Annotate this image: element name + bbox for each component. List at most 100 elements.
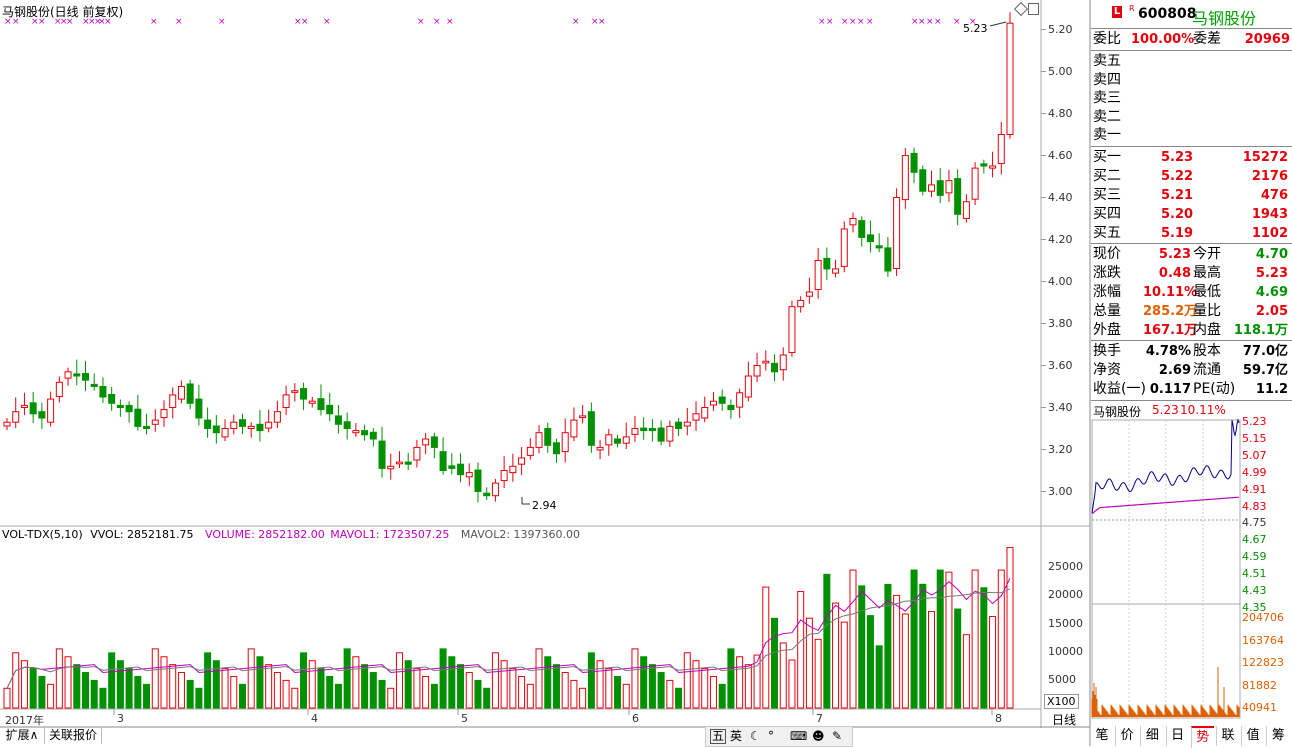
l2-badge-icon[interactable]: L [1112, 6, 1122, 18]
ime-english-icon[interactable]: 英 [730, 727, 742, 746]
side-tab[interactable]: 筹 [1266, 726, 1289, 746]
volume-bar [919, 583, 927, 709]
volume-bar [814, 638, 822, 709]
price-tick: 5.20 [1048, 22, 1073, 36]
volume-bar [727, 648, 735, 709]
side-tab[interactable]: 细 [1140, 726, 1163, 746]
volume-bar [238, 683, 246, 709]
volume-bar [160, 656, 168, 709]
volume-bar [535, 648, 543, 709]
volume-bar [744, 664, 752, 709]
volume-bar [64, 656, 72, 709]
buy-level-row: 买五 5.19 1102 [1093, 225, 1288, 241]
volume-bar [474, 679, 482, 709]
side-tab[interactable]: 日 [1165, 726, 1189, 746]
period-label[interactable]: 日线 [1052, 711, 1076, 728]
wrench-icon[interactable]: ✎ [832, 727, 842, 746]
restore-icon[interactable] [1013, 1, 1029, 17]
volume-bar [29, 668, 37, 709]
fundamental-row: 净资 2.69 流通 59.7亿 [1093, 362, 1288, 378]
volume-tick: 15000 [1048, 616, 1083, 630]
ime-wubi-icon[interactable]: 五 [710, 729, 727, 744]
mavol1-line [6, 578, 1011, 689]
volume-bar [544, 656, 552, 709]
side-tab[interactable]: 值 [1241, 726, 1264, 746]
mavol2-line [6, 588, 1011, 689]
volume-bar [291, 687, 299, 709]
volume-bar [858, 585, 866, 709]
volume-bar [771, 617, 779, 709]
chart-title: 马钢股份(日线 前复权) [2, 5, 124, 19]
volume-bar [1006, 547, 1014, 709]
price-tick: 3.00 [1048, 484, 1073, 498]
volume-bar [701, 668, 709, 709]
intraday-price-tick: 4.59 [1242, 550, 1267, 564]
volume-bar [81, 672, 89, 709]
intraday-volume-tick: 163764 [1242, 633, 1284, 647]
side-tab[interactable]: 笔 [1090, 726, 1113, 746]
volume-bar [709, 675, 717, 709]
volume-bar [73, 664, 81, 709]
fundamental-row: 收益(一) 0.117 PE(动) 11.2 [1093, 381, 1288, 397]
volume-bar [282, 679, 290, 709]
volume-bar [38, 675, 46, 709]
tab-related-quote[interactable]: 关联报价 [45, 726, 102, 744]
volume-bar [675, 687, 683, 709]
volume-bar [526, 683, 534, 709]
volume-tick: 20000 [1048, 588, 1083, 602]
intraday-price-tick: 4.91 [1242, 482, 1267, 496]
volume-tick: 25000 [1048, 560, 1083, 574]
volume-bar [247, 648, 255, 709]
side-tab[interactable]: 势 [1190, 726, 1214, 748]
price-tick: 5.00 [1048, 64, 1073, 78]
high-price-label: 5.23 [963, 22, 988, 35]
volume-bar [971, 569, 979, 709]
moon-icon[interactable]: ☾ [750, 727, 761, 746]
volume-header: VOL-TDX(5,10) VVOL: 2852181.75 VOLUME: 2… [2, 528, 580, 541]
kline-chart-panel[interactable]: 马钢股份(日线 前复权) [0, 0, 1040, 525]
volume-bar [265, 664, 273, 709]
stock-code: 600808 [1138, 6, 1197, 22]
volume-bar [875, 645, 883, 709]
volume-bar [256, 656, 264, 709]
indicator-name[interactable]: VOL-TDX(5,10) [2, 528, 83, 541]
volume-bar [849, 569, 857, 709]
intraday-price-tick: 4.67 [1242, 533, 1267, 547]
volume-bar [116, 660, 124, 709]
price-tick: 3.20 [1048, 442, 1073, 456]
volume-bar [910, 569, 918, 709]
date-label: 5 [461, 712, 468, 725]
tab-expand[interactable]: 扩展∧ [0, 726, 45, 744]
intraday-volume-tick: 122823 [1242, 656, 1284, 670]
volume-bar [570, 679, 578, 709]
intraday-name: 马钢股份 [1093, 405, 1142, 419]
stat-row: 涨幅 10.11% 最低 4.69 [1093, 284, 1288, 300]
volume-bar [884, 583, 892, 709]
intraday-price-tick: 4.51 [1242, 567, 1267, 581]
volume-bar [954, 608, 962, 709]
volume-bar [361, 664, 369, 709]
maximize-icon[interactable] [1028, 3, 1039, 15]
sell-level-row: 卖五 [1093, 53, 1121, 69]
stock-terminal-window: 马钢股份(日线 前复权) × × × × × × × × × × × × × × × × × × × × × × × × × × ×… [0, 0, 1292, 748]
volume-bar [430, 683, 438, 709]
stat-row: 现价 5.23 今开 4.70 [1093, 246, 1288, 262]
volume-bar [614, 675, 622, 709]
side-tab[interactable]: 联 [1216, 726, 1239, 746]
volume-bar [483, 687, 491, 709]
sell-level-row: 卖三 [1093, 90, 1121, 106]
volume-bar [980, 587, 988, 709]
user-icon[interactable]: ☻ [812, 727, 825, 746]
side-tab[interactable]: 价 [1115, 726, 1138, 746]
buy-level-row: 买一 5.23 15272 [1093, 149, 1288, 165]
weicha-value: 20969 [1244, 32, 1290, 47]
dot-icon[interactable]: ° [768, 727, 774, 746]
low-price-label: 2.94 [532, 499, 557, 512]
volume-bar [945, 571, 953, 709]
volume-bar [55, 648, 63, 709]
price-tick: 3.60 [1048, 358, 1073, 372]
keyboard-icon[interactable]: ⌨ [790, 727, 807, 746]
volume-bar [893, 594, 901, 709]
price-tick: 4.60 [1048, 148, 1073, 162]
mavol2-value: MAVOL2: 1397360.00 [460, 528, 581, 541]
